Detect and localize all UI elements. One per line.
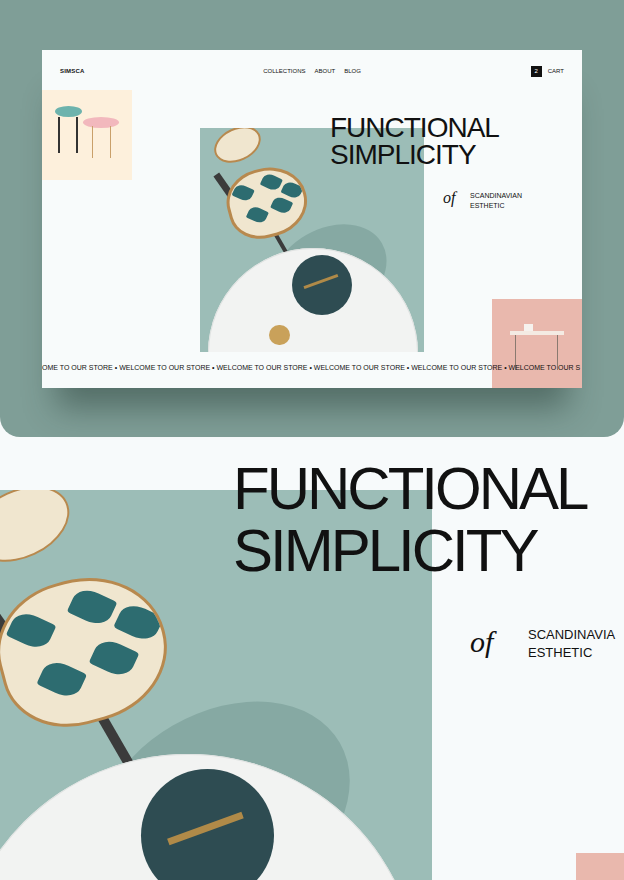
photo-shape <box>76 117 78 153</box>
photo-shape <box>281 180 304 201</box>
marquee: OME TO OUR STORE • WELCOME TO OUR STORE … <box>42 362 582 374</box>
subline-line: SCANDINAVIA <box>528 626 615 644</box>
photo-shape <box>260 172 283 193</box>
headline-line: FUNCTIONAL <box>330 114 499 141</box>
product-photo[interactable] <box>42 90 132 180</box>
showcase-top: SIMSCACOLLECTIONS ABOUT BLOG 2 CART FUNCTIONA… <box>0 0 624 437</box>
photo-shape <box>92 126 94 158</box>
website-mockup: SIMSCACOLLECTIONS ABOUT BLOG 2 CART FUNCTIONA… <box>42 50 582 388</box>
subline: SCANDINAVIAESTHETIC <box>528 626 615 662</box>
nav-item[interactable]: ABOUT <box>314 68 335 74</box>
photo-shape <box>113 600 164 645</box>
photo-shape <box>58 117 60 153</box>
cart-button[interactable]: 2 CART <box>361 66 564 77</box>
headline-line: SIMPLICITY <box>233 520 586 582</box>
photo-shape <box>219 159 314 246</box>
photo-shape <box>0 490 81 577</box>
logo[interactable]: SIMSCA <box>60 68 263 74</box>
headline: FUNCTIONALSIMPLICITY <box>233 458 586 582</box>
photo-shape <box>524 324 533 331</box>
photo-shape <box>209 128 267 170</box>
of-word: of <box>443 189 455 207</box>
cart-count: 2 <box>531 66 542 77</box>
photo-shape <box>292 255 352 315</box>
headline-line: FUNCTIONAL <box>233 458 586 520</box>
product-photo[interactable] <box>492 299 582 388</box>
photo-shape <box>232 183 255 204</box>
subline-line: ESTHETIC <box>528 644 615 662</box>
subline: SCANDINAVIANESTHETIC <box>470 191 522 211</box>
headline: FUNCTIONALSIMPLICITY <box>330 114 499 168</box>
nav-item[interactable]: BLOG <box>344 68 361 74</box>
photo-shape <box>269 325 289 345</box>
header: SIMSCACOLLECTIONS ABOUT BLOG 2 CART <box>42 50 582 77</box>
nav-item[interactable]: COLLECTIONS <box>263 68 305 74</box>
photo-shape <box>36 657 87 702</box>
photo-shape <box>83 117 119 128</box>
showcase-closeup: FUNCTIONALSIMPLICITY of SCANDINAVIAESTHETI… <box>0 440 624 880</box>
photo-shape <box>67 584 118 629</box>
photo-shape <box>110 126 112 158</box>
nav-menu: COLLECTIONS ABOUT BLOG <box>263 68 361 74</box>
photo-shape <box>0 559 183 742</box>
photo-shape <box>55 106 82 117</box>
photo-shape <box>89 635 140 680</box>
headline-line: SIMPLICITY <box>330 141 499 168</box>
cart-label: CART <box>548 68 564 74</box>
subline-line: SCANDINAVIAN <box>470 191 522 201</box>
photo-shape <box>6 607 57 652</box>
product-photo <box>576 853 624 880</box>
photo-shape <box>270 196 293 217</box>
subline-line: ESTHETIC <box>470 201 522 211</box>
photo-shape <box>246 205 269 226</box>
of-word: of <box>470 625 493 659</box>
